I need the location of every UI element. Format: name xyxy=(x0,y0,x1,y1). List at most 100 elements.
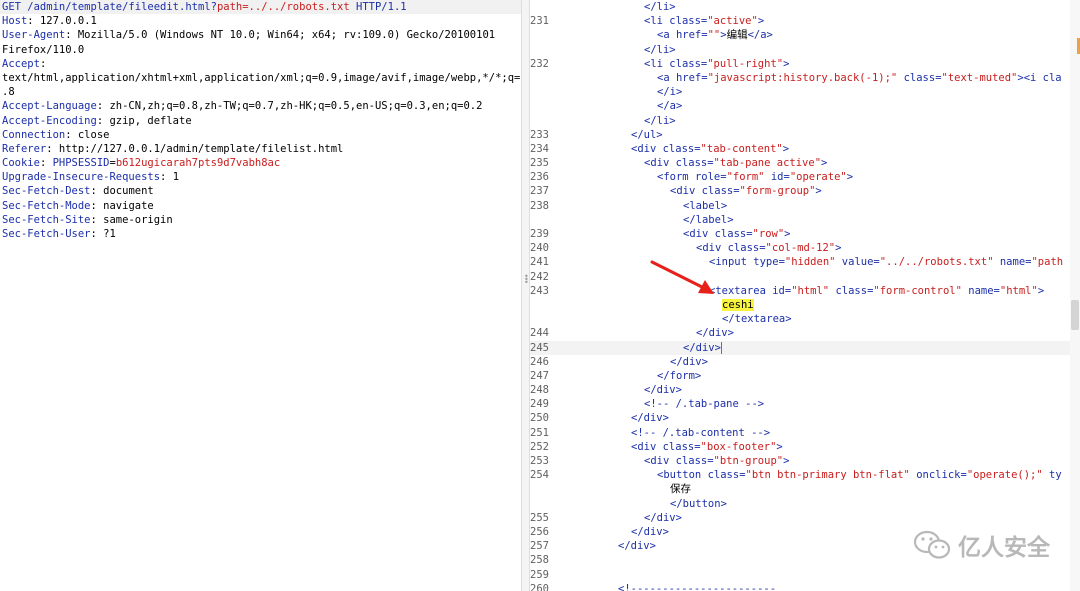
request-text: GET /admin/template/fileedit.html? xyxy=(2,1,217,13)
code-token: > xyxy=(835,242,842,255)
line-number: 259 xyxy=(530,568,549,581)
code-content: </a> xyxy=(553,99,682,113)
request-text: : navigate xyxy=(90,199,154,212)
code-token: <a xyxy=(657,71,676,84)
code-token: "hidden" xyxy=(784,256,836,269)
request-text: : close xyxy=(65,128,110,141)
request-line: Sec-Fetch-Dest: document xyxy=(0,184,521,198)
code-token: "javascript:history.back(-1);" xyxy=(707,71,898,84)
request-line: Referer: http://127.0.0.1/admin/template… xyxy=(0,142,521,156)
code-token: <div xyxy=(696,242,728,255)
code-token: "path xyxy=(1031,256,1064,269)
highlighted-text: ceshi xyxy=(722,298,754,311)
line-number: 247 xyxy=(530,369,549,382)
splitter-grip-icon[interactable]: • • • xyxy=(524,273,529,287)
request-text: User-Agent xyxy=(2,29,66,42)
code-line: 249 <!-- /.tab-pane --> xyxy=(530,397,1080,411)
request-pane[interactable]: GET /admin/template/fileedit.html?path=.… xyxy=(0,0,521,591)
code-token: "box-footer" xyxy=(700,440,777,453)
code-token: name xyxy=(968,284,994,297)
line-number: 237 xyxy=(530,185,549,198)
request-text: Sec-Fetch-Site xyxy=(2,213,91,226)
code-token: "btn btn-primary btn-flat" xyxy=(745,469,910,482)
code-token: name xyxy=(999,256,1026,269)
code-token: <label> xyxy=(683,199,728,212)
code-line: 253 <div class="btn-group"> xyxy=(530,454,1080,468)
code-token: "form-control" xyxy=(873,284,962,297)
code-content: <a href="javascript:history.back(-1);" c… xyxy=(553,71,1062,85)
code-content: </li> xyxy=(553,0,676,14)
code-token: <div xyxy=(644,455,676,467)
code-token: <!-- /.tab-content --> xyxy=(631,426,771,439)
code-content: </div> xyxy=(553,511,682,525)
line-number: 238 xyxy=(530,199,549,212)
pane-splitter[interactable]: • • • xyxy=(521,0,530,591)
code-token: > xyxy=(757,15,765,28)
code-line: </a> xyxy=(530,99,1080,113)
code-content: </i> xyxy=(553,85,682,99)
code-line: </li> xyxy=(530,43,1080,57)
scrollbar-thumb[interactable] xyxy=(1071,300,1079,330)
request-text: Accept xyxy=(2,57,40,70)
source-pane[interactable]: </li> 231 <li class="active"> <a href="">编辑… xyxy=(530,0,1080,591)
code-line: 252 <div class="box-footer"> xyxy=(530,440,1080,454)
code-content: <li class="active"> xyxy=(553,14,764,28)
code-token: <div xyxy=(631,440,663,453)
code-token: </a> xyxy=(657,100,683,113)
code-token: "" xyxy=(707,29,721,42)
code-line: 243 <textarea id="html" class="form-contr… xyxy=(530,284,1080,298)
code-token: ty xyxy=(1042,469,1062,482)
line-number: 249 xyxy=(530,398,549,411)
code-token: </div> xyxy=(696,327,734,340)
request-text: Cookie xyxy=(2,157,40,170)
request-text: : zh-CN,zh;q=0.8,zh-TW;q=0.7,zh-HK;q=0.5… xyxy=(96,100,483,113)
code-token: > xyxy=(782,142,790,155)
request-text: ../../robots.txt xyxy=(248,1,350,13)
code-token: </div> xyxy=(644,384,682,397)
code-content: <div class="form-group"> xyxy=(553,184,822,198)
code-token: class xyxy=(675,157,708,170)
request-text: HTTP/1.1 xyxy=(349,1,407,13)
code-token: "row" xyxy=(752,228,785,240)
code-token: <form xyxy=(657,171,695,184)
code-content: </div> xyxy=(553,539,656,553)
code-content: <div class="tab-content"> xyxy=(553,142,789,156)
code-token: </label> xyxy=(683,213,734,226)
code-line: 240 <div class="col-md-12"> xyxy=(530,241,1080,255)
code-token: </ul> xyxy=(631,128,663,141)
code-token: "form" xyxy=(726,171,765,184)
line-number: 231 xyxy=(530,15,549,28)
code-content: </div> xyxy=(553,525,669,539)
request-text: Connection xyxy=(2,128,66,141)
code-line: 248 </div> xyxy=(530,383,1080,397)
line-number: 248 xyxy=(530,384,549,397)
code-content: <!-- /.tab-content --> xyxy=(553,426,770,440)
code-line: 242 xyxy=(530,270,1080,284)
code-token: > xyxy=(821,157,828,170)
code-token: class xyxy=(662,440,695,453)
request-line: Sec-Fetch-Mode: navigate xyxy=(0,199,521,213)
code-token: "btn-group" xyxy=(713,455,784,467)
request-text: Sec-Fetch-User xyxy=(2,228,91,240)
code-token: <div xyxy=(644,157,676,170)
code-line: 238 <label> xyxy=(530,199,1080,213)
code-line: 234 <div class="tab-content"> xyxy=(530,142,1080,156)
code-token: > xyxy=(776,440,783,453)
code-token: 保存 xyxy=(670,483,691,496)
code-token: onclick xyxy=(916,469,961,482)
code-token: <textarea xyxy=(709,284,773,297)
code-token: <li xyxy=(644,15,670,28)
code-line: </li> xyxy=(530,114,1080,128)
request-text: : 1 xyxy=(160,171,180,184)
code-token: value xyxy=(841,256,874,269)
code-line: <a href="javascript:history.back(-1);" c… xyxy=(530,71,1080,85)
code-line: 237 <div class="form-group"> xyxy=(530,184,1080,198)
code-content: <label> xyxy=(553,199,727,213)
source-scrollbar[interactable] xyxy=(1070,0,1080,591)
code-content: <div class="box-footer"> xyxy=(553,440,783,454)
request-text: : xyxy=(39,157,53,170)
code-content: </div> xyxy=(553,355,708,369)
code-token: class xyxy=(714,228,747,240)
code-content: <textarea id="html" class="form-control"… xyxy=(553,284,1044,298)
code-token: > xyxy=(1037,284,1045,297)
